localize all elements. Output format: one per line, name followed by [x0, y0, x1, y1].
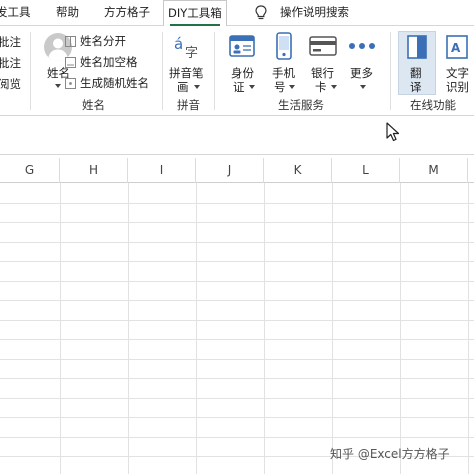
bank-card-icon [309, 36, 337, 56]
random-name-label: 生成随机姓名 [80, 76, 149, 90]
split-name-icon [65, 36, 76, 47]
grid-row-line [0, 359, 474, 360]
split-name-label: 姓名分开 [80, 34, 126, 48]
column-header-j[interactable]: J [196, 158, 264, 183]
grid-column-line [264, 183, 265, 474]
mobile-phone-label-line2: 号 [274, 80, 286, 94]
tab-help[interactable]: 帮助 [56, 0, 79, 26]
more-dots-icon [349, 43, 375, 49]
pinyin-stroke-label-line2: 画 [177, 80, 189, 94]
grid-row-line [0, 417, 474, 418]
tab-developer-tools[interactable]: 发工具 [0, 0, 31, 26]
ribbon-tab-bar: 发工具 帮助 方方格子 DIY工具箱 操作说明搜索 [0, 0, 474, 27]
grid-column-line [468, 183, 469, 474]
svg-text:A: A [451, 41, 461, 55]
text-recognition-label-line2: 识别 [446, 80, 469, 94]
column-header-m[interactable]: M [400, 158, 468, 183]
random-name-icon [65, 78, 76, 89]
chevron-down-icon [289, 85, 295, 89]
chevron-down-icon [55, 84, 61, 88]
tell-me-search[interactable]: 操作说明搜索 [280, 0, 349, 26]
group-separator [162, 32, 163, 110]
column-header-h[interactable]: H [60, 158, 128, 183]
tab-diy-toolbox[interactable]: DIY工具箱 [163, 0, 227, 27]
grid-row-line [0, 300, 474, 301]
add-space-to-name-label: 姓名加空格 [80, 55, 138, 69]
text-recognition-icon: A [446, 35, 468, 59]
bank-card-label-line2: 卡 [315, 80, 327, 94]
column-header-g[interactable]: G [0, 158, 60, 183]
grid-column-line [60, 183, 61, 474]
grid-row-line [0, 261, 474, 262]
group-separator [214, 32, 215, 110]
grid-column-line [128, 183, 129, 474]
id-card-label-line2: 证 [233, 80, 245, 94]
svg-text:á: á [174, 35, 183, 53]
tab-fangfangegezi[interactable]: 方方格子 [104, 0, 150, 26]
grid-row-line [0, 378, 474, 379]
ribbon-partial-item-1[interactable]: 批注 [0, 34, 21, 50]
grid-column-line [332, 183, 333, 474]
name-space-icon [65, 57, 76, 68]
column-header-k[interactable]: K [264, 158, 332, 183]
svg-text:字: 字 [185, 46, 198, 60]
chevron-down-icon [360, 85, 366, 89]
ribbon-partial-item-3[interactable]: 阅览 [0, 76, 21, 92]
column-header-i[interactable]: I [128, 158, 196, 183]
column-header-row: G H I J K L M [0, 158, 474, 183]
group-label-online-functions: 在线功能 [410, 98, 456, 112]
grid-row-line [0, 242, 474, 243]
tab-diy-toolbox-label: DIY工具箱 [168, 6, 222, 20]
more-label: 更多 [350, 66, 373, 80]
group-label-pinyin: 拼音 [177, 98, 200, 112]
ribbon-partial-item-2[interactable]: 批注 [0, 55, 21, 71]
formula-bar-area[interactable] [0, 117, 474, 155]
ribbon: 批注 批注 阅览 姓名 姓名分开 姓名加空格 生成随机姓名 姓名 á 字 拼音笔… [0, 26, 474, 116]
grid-column-line [400, 183, 401, 474]
group-label-life-services: 生活服务 [278, 98, 324, 112]
pinyin-icon: á 字 [174, 35, 198, 60]
group-separator [30, 32, 31, 110]
mobile-phone-icon [276, 32, 292, 60]
chevron-down-icon [249, 85, 255, 89]
group-separator [390, 32, 391, 110]
cell-grid[interactable] [0, 183, 474, 474]
column-header-l[interactable]: L [332, 158, 400, 183]
translate-icon [407, 35, 427, 59]
mouse-pointer-icon [386, 122, 400, 142]
group-label-name: 姓名 [82, 98, 105, 112]
watermark-text: 知乎 @Excel方方格子 [330, 447, 450, 461]
grid-row-line [0, 437, 474, 438]
grid-row-line [0, 203, 474, 204]
translate-label-line2: 译 [410, 80, 422, 94]
id-card-icon [229, 35, 255, 57]
lightbulb-icon [255, 5, 267, 20]
grid-row-line [0, 398, 474, 399]
grid-row-line [0, 320, 474, 321]
grid-column-line [196, 183, 197, 474]
grid-row-line [0, 339, 474, 340]
chevron-down-icon [331, 85, 337, 89]
grid-row-line [0, 281, 474, 282]
grid-row-line [0, 222, 474, 223]
chevron-down-icon [194, 85, 200, 89]
